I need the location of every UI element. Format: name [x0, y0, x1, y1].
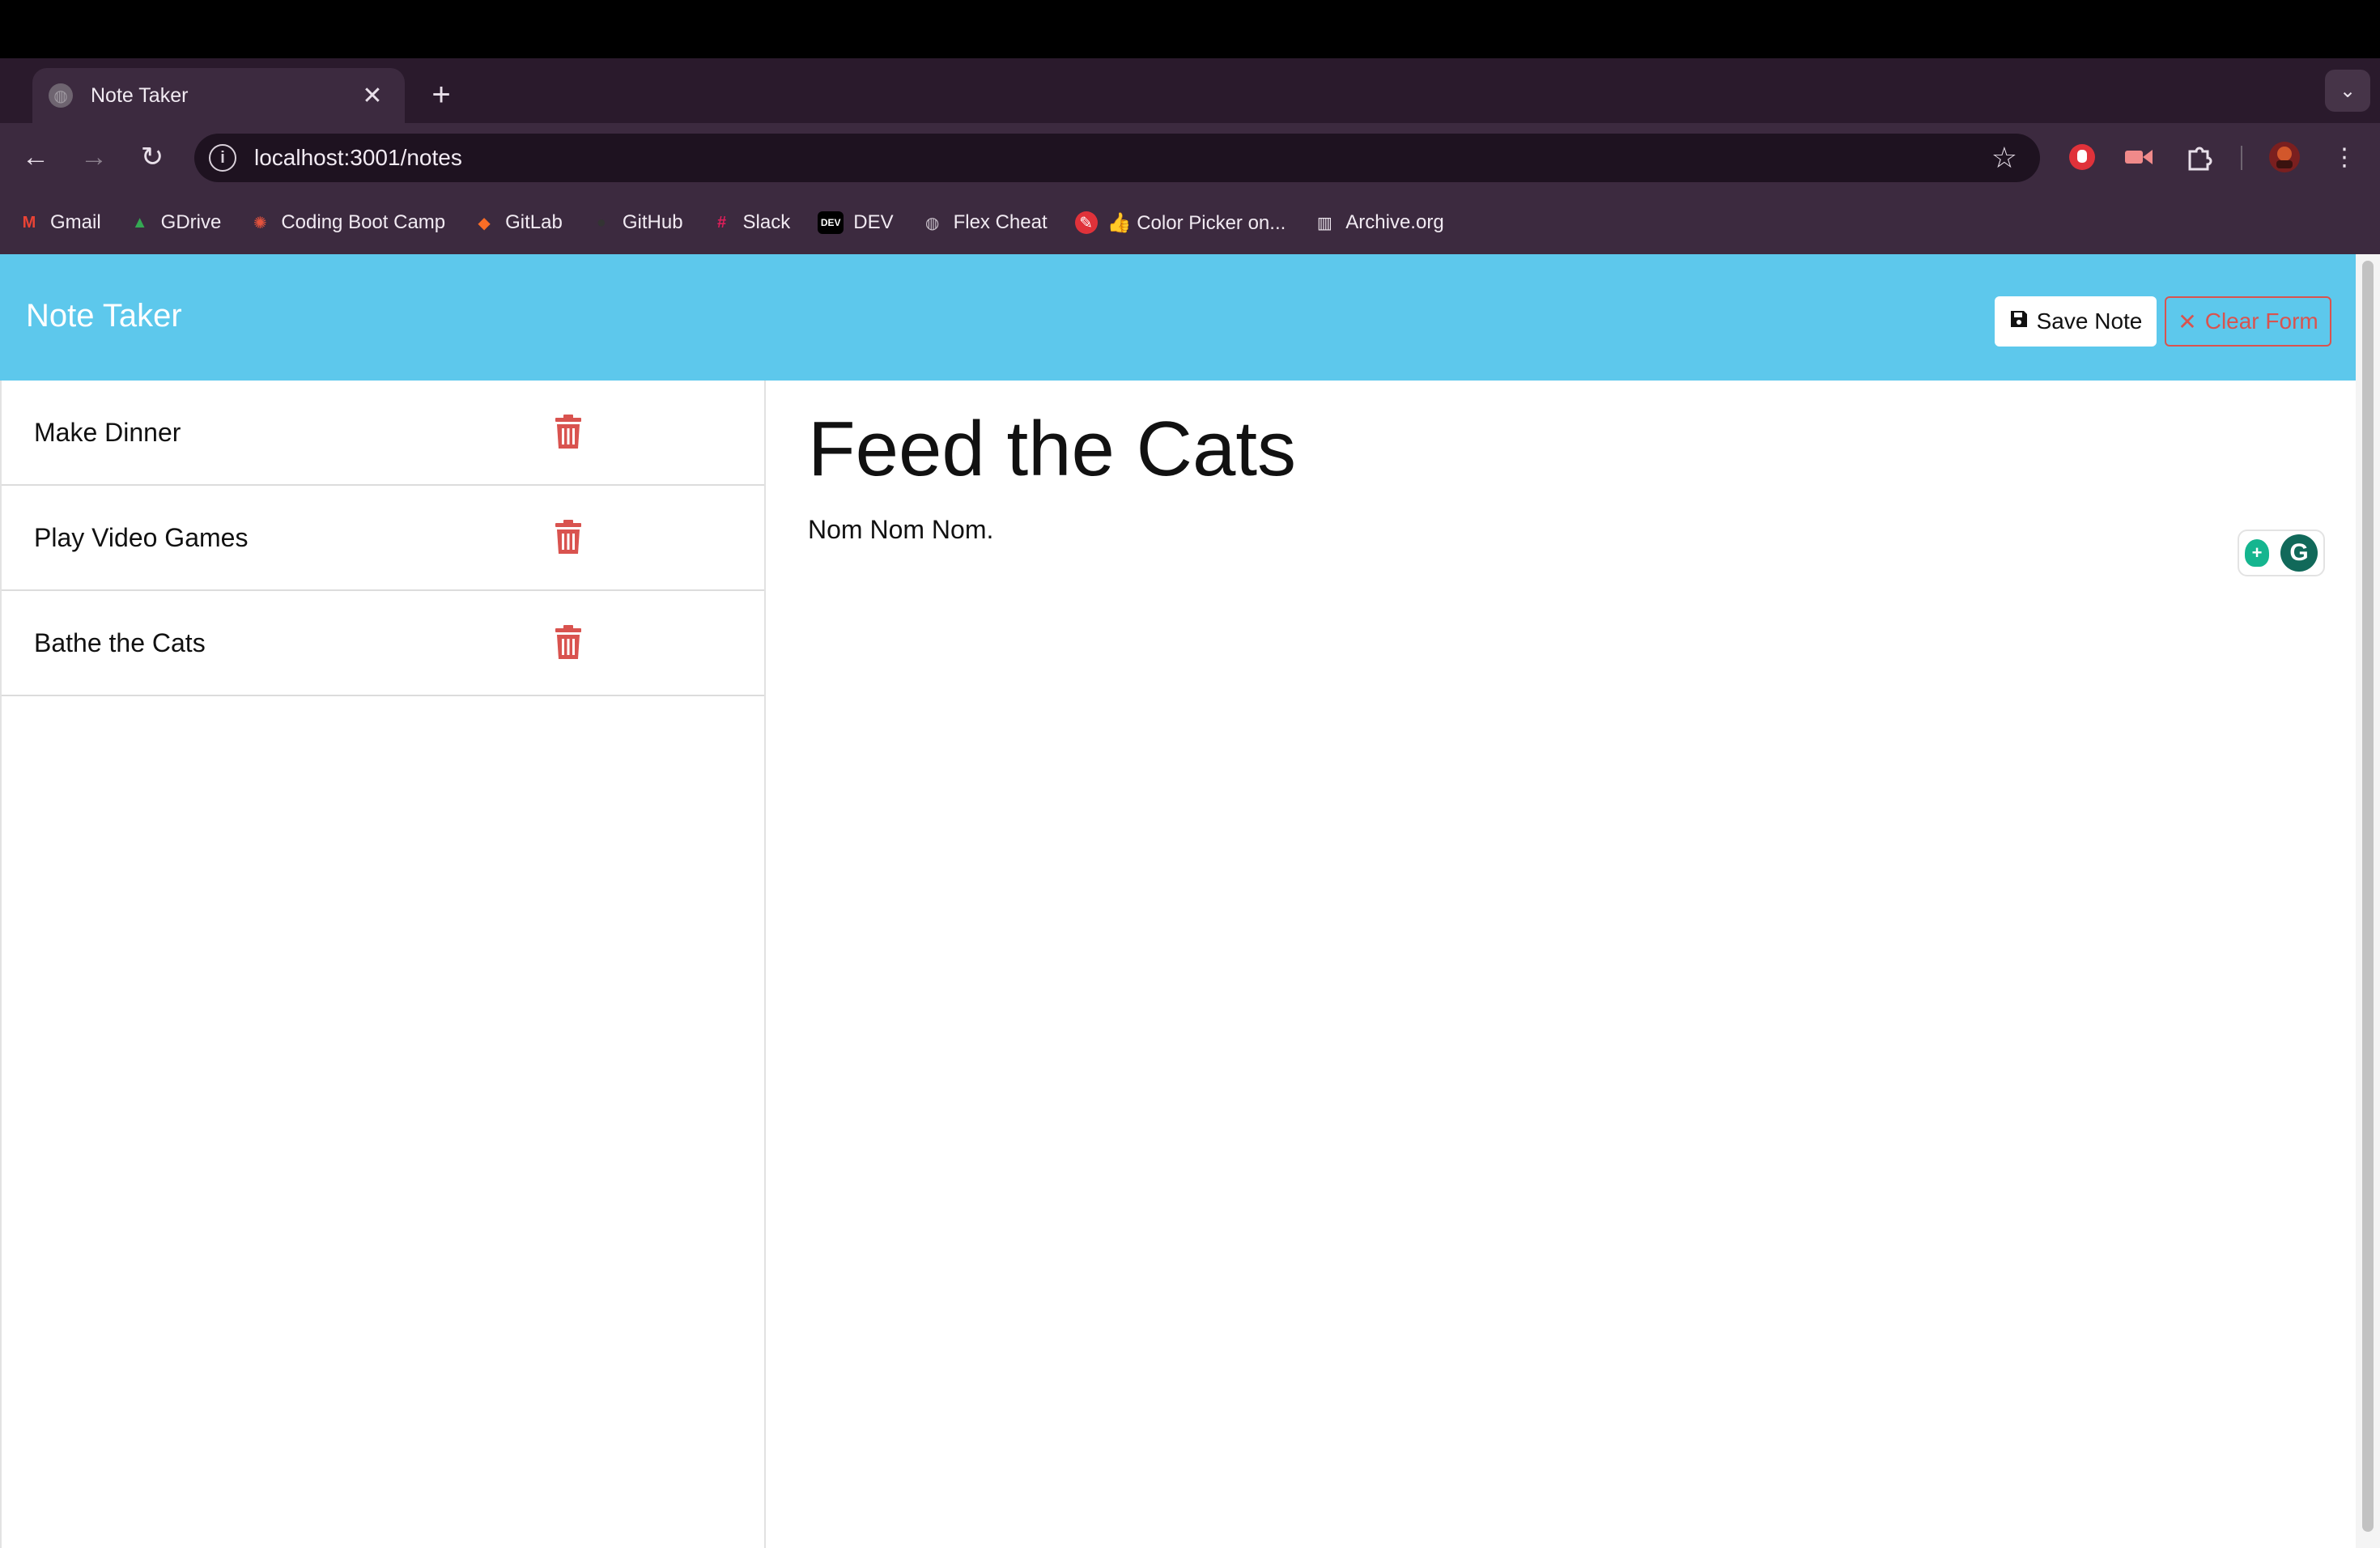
clear-form-button[interactable]: ✕ Clear Form [2165, 296, 2331, 347]
list-item[interactable]: Bathe the Cats [2, 591, 764, 696]
bookmark-label: GDrive [160, 211, 222, 233]
arrow-right-icon: → [80, 141, 108, 172]
archive-icon: ▥ [1316, 214, 1332, 232]
clear-form-label: Clear Form [2204, 308, 2318, 334]
browser-tab[interactable]: ◍ Note Taker ✕ [32, 68, 405, 123]
tab-search-button[interactable]: ⌄ [2325, 70, 2370, 112]
bookmark-gmail[interactable]: M Gmail [18, 211, 101, 234]
bookmark-coding-boot-camp[interactable]: ✺ Coding Boot Camp [249, 211, 445, 234]
page-scrollbar[interactable] [2356, 254, 2380, 1548]
note-editor: Feed the Cats Nom Nom Nom. [808, 405, 1296, 545]
trash-icon[interactable] [552, 520, 588, 557]
save-note-button[interactable]: Save Note [1995, 296, 2157, 347]
trash-icon[interactable] [552, 415, 588, 452]
note-title-input[interactable]: Feed the Cats [808, 405, 1296, 494]
reload-button[interactable]: ↻ [131, 136, 173, 178]
globe-icon: ◍ [49, 83, 73, 108]
bookmarks-bar: M Gmail ▲ GDrive ✺ Coding Boot Camp ◆ Gi… [0, 191, 2380, 254]
slack-icon: # [716, 213, 727, 232]
tab-title: Note Taker [91, 83, 189, 107]
github-icon: ● [596, 213, 606, 232]
bookmark-label: Archive.org [1345, 211, 1444, 233]
site-info-icon[interactable]: i [209, 144, 236, 172]
chevron-down-icon: ⌄ [2339, 79, 2357, 102]
list-item[interactable]: Play Video Games [2, 486, 764, 591]
url-text[interactable]: localhost:3001/notes [254, 145, 1991, 171]
save-note-label: Save Note [2036, 308, 2143, 334]
bookmark-label: Gmail [50, 211, 101, 233]
toolbar-divider [2241, 146, 2242, 170]
note-title[interactable]: Make Dinner [34, 418, 181, 448]
extensions-puzzle-icon[interactable] [2181, 139, 2216, 175]
browser-toolbar: ← → ↻ i localhost:3001/notes ☆ ⋮ [0, 123, 2380, 191]
bookmark-dev[interactable]: DEV DEV [818, 211, 894, 234]
app-brand[interactable]: Note Taker [26, 298, 182, 334]
menu-bar-area [0, 0, 2380, 58]
notes-list: Make Dinner Play Video Games Bathe the C… [0, 381, 766, 1548]
list-item[interactable]: Make Dinner [2, 381, 764, 486]
bookmark-star-icon[interactable]: ☆ [1991, 141, 2017, 175]
scrollbar-thumb[interactable] [2362, 261, 2374, 1532]
dev-icon: DEV [818, 211, 844, 234]
bookmark-slack[interactable]: # Slack [711, 211, 791, 234]
bookmark-flex-cheat[interactable]: ◍ Flex Cheat [921, 211, 1048, 234]
bookmark-label: Slack [742, 211, 791, 233]
trash-icon[interactable] [552, 625, 588, 662]
color-picker-icon: ✎ [1074, 211, 1098, 234]
browser-menu-icon[interactable]: ⋮ [2327, 139, 2362, 175]
gitlab-icon: ◆ [478, 214, 491, 232]
page-viewport: Note Taker Save Note ✕ Clear Form Make D… [0, 254, 2356, 1548]
bookmark-color-picker[interactable]: ✎ 👍 Color Picker on... [1074, 211, 1286, 235]
note-title[interactable]: Bathe the Cats [34, 628, 206, 658]
back-button[interactable]: ← [15, 136, 57, 178]
bookmark-gitlab[interactable]: ◆ GitLab [473, 211, 563, 234]
bookmark-label: 👍 Color Picker on... [1107, 211, 1286, 234]
bookmark-gdrive[interactable]: ▲ GDrive [129, 211, 222, 234]
note-title[interactable]: Play Video Games [34, 523, 248, 553]
grammarly-widget[interactable]: + G [2238, 529, 2325, 576]
note-text-area[interactable]: Nom Nom Nom. [808, 515, 1296, 545]
profile-avatar[interactable] [2267, 139, 2302, 175]
globe-icon: ◍ [924, 214, 940, 232]
close-icon: ✕ [2178, 308, 2197, 334]
close-tab-icon[interactable]: ✕ [356, 82, 389, 110]
reload-icon: ↻ [140, 142, 164, 172]
extension-video-icon[interactable] [2121, 139, 2157, 175]
bookmark-github[interactable]: ● GitHub [590, 211, 683, 234]
bookmark-label: GitLab [505, 211, 563, 233]
gdrive-icon: ▲ [131, 213, 148, 232]
bootcamp-icon: ✺ [253, 214, 267, 232]
floppy-disk-icon [2009, 308, 2029, 334]
tab-strip: ◍ Note Taker ✕ + ⌄ [0, 58, 2380, 123]
gmail-icon: M [22, 213, 36, 232]
bookmark-label: Coding Boot Camp [281, 211, 446, 233]
address-bar[interactable]: i localhost:3001/notes ☆ [194, 134, 2040, 182]
bookmark-label: Flex Cheat [953, 211, 1048, 233]
extension-hand-icon[interactable] [2064, 139, 2100, 175]
forward-button[interactable]: → [73, 136, 115, 178]
bookmark-archive[interactable]: ▥ Archive.org [1313, 211, 1444, 234]
app-navbar: Note Taker Save Note ✕ Clear Form [0, 254, 2356, 381]
grammarly-icon[interactable]: G [2280, 534, 2318, 572]
new-tab-button[interactable]: + [421, 74, 461, 115]
bookmark-label: DEV [853, 211, 894, 233]
bookmark-label: GitHub [622, 211, 683, 233]
lightbulb-icon[interactable]: + [2245, 539, 2269, 567]
arrow-left-icon: ← [22, 141, 49, 172]
